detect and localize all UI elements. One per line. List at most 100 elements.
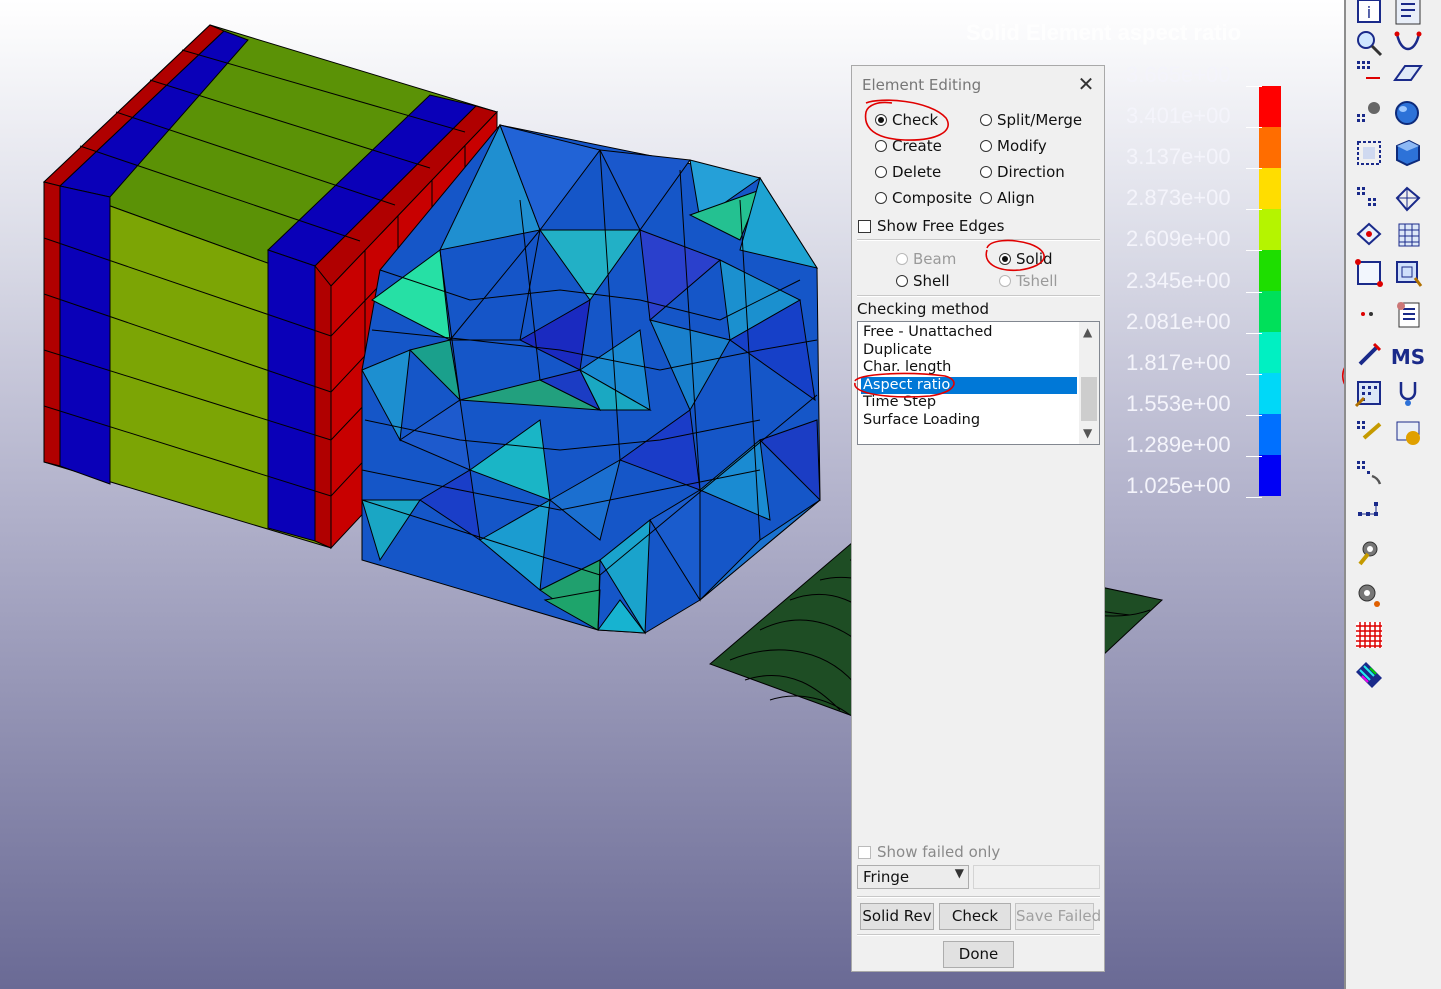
- legend-color-band: [1259, 414, 1281, 455]
- chevron-up-icon[interactable]: ▲: [1083, 325, 1092, 339]
- element-info-icon[interactable]: i: [1352, 0, 1386, 28]
- node-box-icon[interactable]: [1352, 136, 1386, 170]
- stethoscope-icon[interactable]: [1391, 376, 1425, 410]
- check-button[interactable]: Check: [939, 903, 1011, 930]
- model-tree-icon[interactable]: [1391, 0, 1425, 28]
- ms-text-icon[interactable]: MS: [1391, 338, 1425, 372]
- radio-split-merge[interactable]: Split/Merge: [980, 111, 1082, 129]
- list-scrollbar[interactable]: ▲ ▼: [1079, 322, 1099, 444]
- radio-beam-label: Beam: [913, 250, 957, 268]
- radio-composite[interactable]: Composite: [875, 189, 972, 207]
- legend-tick: [1246, 291, 1262, 293]
- zoom-find-icon[interactable]: [1352, 26, 1386, 60]
- user-badge-icon[interactable]: [1391, 416, 1425, 450]
- list-item[interactable]: Char. length: [861, 359, 1077, 376]
- radio-align-label: Align: [997, 189, 1035, 207]
- list-item[interactable]: Free - Unattached: [861, 324, 1077, 341]
- element-check-icon[interactable]: [1352, 376, 1386, 410]
- pencil-icon[interactable]: [1352, 338, 1386, 372]
- threshold-input[interactable]: [973, 865, 1100, 889]
- radio-modify-label: Modify: [997, 137, 1047, 155]
- radio-tshell-label: Tshell: [1016, 272, 1058, 290]
- fringe-color-bar: [1259, 86, 1281, 496]
- chevron-down-icon[interactable]: ▼: [1083, 426, 1092, 440]
- curve-icon[interactable]: [1391, 26, 1425, 60]
- legend-value-label: 2.345e+00: [1126, 267, 1231, 293]
- right-toolbar: i MS: [1344, 0, 1441, 989]
- legend-tick: [1246, 250, 1262, 252]
- done-button[interactable]: Done: [943, 941, 1014, 968]
- radio-shell-label: Shell: [913, 272, 950, 290]
- list-item[interactable]: Surface Loading: [861, 412, 1077, 429]
- show-free-edges-checkbox[interactable]: Show Free Edges: [858, 217, 1004, 235]
- node-dots-icon[interactable]: [1352, 298, 1386, 332]
- legend-color-band: [1259, 332, 1281, 373]
- radio-shell[interactable]: Shell: [896, 272, 950, 290]
- element-editing-dialog[interactable]: Element Editing ✕ Check Create Delete Co…: [851, 65, 1105, 972]
- save-failed-button[interactable]: Save Failed: [1015, 903, 1101, 930]
- table-mesh-icon[interactable]: [1391, 218, 1425, 252]
- chevron-down-icon: ▼: [954, 866, 964, 880]
- scrollbar-thumb[interactable]: [1081, 377, 1097, 421]
- multicolor-mesh-icon[interactable]: [1352, 658, 1386, 692]
- radio-dot: [875, 166, 887, 178]
- radio-dot: [980, 166, 992, 178]
- node-ruler-icon[interactable]: [1352, 416, 1386, 450]
- legend-value-label: 1.289e+00: [1126, 431, 1231, 457]
- radio-create[interactable]: Create: [875, 137, 942, 155]
- checking-method-list[interactable]: Free - Unattached Duplicate Char. length…: [857, 321, 1100, 445]
- solid-rev-button[interactable]: Solid Rev: [860, 903, 934, 930]
- legend-color-band: [1259, 209, 1281, 250]
- radio-check[interactable]: Check: [875, 111, 938, 129]
- gear-wrench-icon[interactable]: [1352, 536, 1386, 570]
- radio-dot: [980, 140, 992, 152]
- point-move-icon[interactable]: [1352, 218, 1386, 252]
- solid-box-icon[interactable]: [1391, 136, 1425, 170]
- report-icon[interactable]: [1391, 298, 1425, 332]
- radio-composite-label: Composite: [892, 189, 973, 207]
- close-icon[interactable]: ✕: [1076, 74, 1096, 94]
- red-grid-icon[interactable]: [1352, 618, 1386, 652]
- radio-tshell[interactable]: Tshell: [999, 272, 1058, 290]
- radio-dot: [980, 114, 992, 126]
- legend-value-label: 2.081e+00: [1126, 308, 1231, 334]
- display-mode-select[interactable]: Fringe ▼: [857, 865, 969, 889]
- legend-color-band: [1259, 373, 1281, 414]
- legend-color-band: [1259, 455, 1281, 496]
- radio-split-merge-label: Split/Merge: [997, 111, 1083, 129]
- element-edit-icon[interactable]: [1391, 256, 1425, 290]
- mesh-net-icon[interactable]: [1391, 182, 1425, 216]
- radio-direction[interactable]: Direction: [980, 163, 1065, 181]
- sphere-part-icon[interactable]: [1391, 96, 1425, 130]
- node-transform-icon[interactable]: [1352, 56, 1386, 90]
- graphics-viewport[interactable]: Solid Element aspect ratio 3.665e+00 3.40…: [0, 0, 1344, 989]
- radio-solid-label: Solid: [1016, 250, 1053, 268]
- node-frame-icon[interactable]: [1352, 256, 1386, 290]
- radio-align[interactable]: Align: [980, 189, 1035, 207]
- radio-create-label: Create: [892, 137, 942, 155]
- legend-color-band: [1259, 127, 1281, 168]
- display-mode-value: Fringe: [863, 868, 910, 886]
- radio-solid[interactable]: Solid: [999, 250, 1053, 268]
- legend-tick: [1246, 373, 1262, 375]
- legend-tick: [1246, 168, 1262, 170]
- list-item[interactable]: Duplicate: [861, 342, 1077, 359]
- show-failed-only-checkbox[interactable]: Show failed only: [858, 843, 1000, 861]
- gear-icon[interactable]: [1352, 578, 1386, 612]
- node-cluster-icon[interactable]: [1352, 496, 1386, 530]
- node-hand-icon[interactable]: [1352, 456, 1386, 490]
- separator: [857, 239, 1100, 241]
- list-item-selected[interactable]: Aspect ratio: [861, 377, 1077, 394]
- radio-beam[interactable]: Beam: [896, 250, 956, 268]
- node-grid-icon[interactable]: [1352, 182, 1386, 216]
- list-item[interactable]: Time Step: [861, 394, 1077, 411]
- node-gear-icon[interactable]: [1352, 96, 1386, 130]
- radio-dot: [980, 192, 992, 204]
- plane-icon[interactable]: [1391, 56, 1425, 90]
- radio-modify[interactable]: Modify: [980, 137, 1047, 155]
- radio-delete[interactable]: Delete: [875, 163, 941, 181]
- legend-tick: [1246, 455, 1262, 457]
- dialog-title: Element Editing: [862, 76, 982, 94]
- legend-value-label: 1.817e+00: [1126, 349, 1231, 375]
- legend-value-label: 3.401e+00: [1126, 103, 1231, 129]
